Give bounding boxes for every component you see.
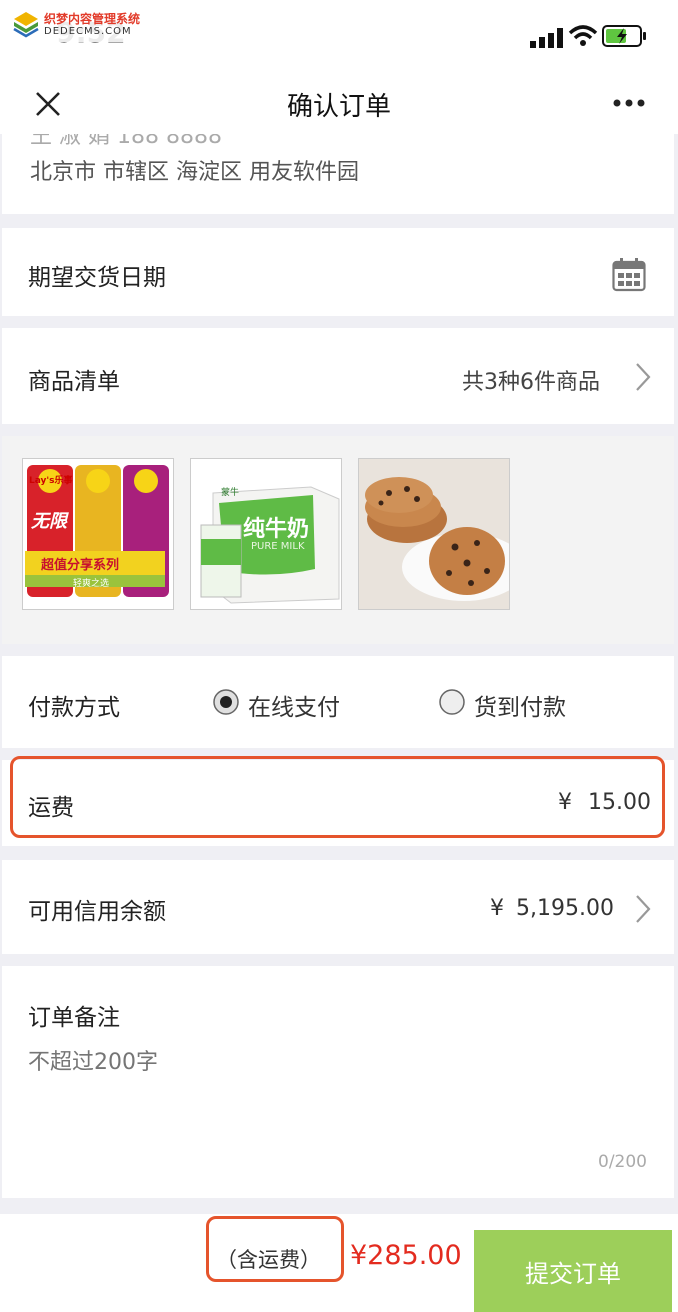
address-text: 北京市 市辖区 海淀区 用友软件园 — [30, 160, 359, 185]
battery-icon — [602, 25, 646, 47]
payment-option-online-label: 在线支付 — [248, 695, 340, 721]
dedecms-logo-icon — [13, 12, 39, 38]
lays-sub-text: 轻爽之选 — [73, 579, 110, 589]
payment-option-cod-label: 货到付款 — [474, 695, 566, 721]
payment-method-label: 付款方式 — [28, 695, 120, 721]
wifi-icon — [568, 25, 598, 46]
watermark-title: 织梦内容管理系统 — [44, 12, 141, 26]
watermark: 织梦内容管理系统 DEDECMS.COM — [6, 8, 156, 42]
item-list-row[interactable]: 商品清单 共3种6件商品 — [2, 328, 674, 424]
order-note-label: 订单备注 — [28, 1005, 120, 1031]
credit-amount: 5,195.00 — [516, 896, 614, 921]
chevron-right-icon — [636, 895, 651, 923]
order-note-section: 订单备注 0/200 — [2, 966, 674, 1198]
nav-bar: 确认订单 — [0, 72, 678, 134]
signal-icon — [530, 28, 563, 48]
item-list-label: 商品清单 — [28, 369, 120, 395]
product-thumbnail-lays[interactable]: Lay's乐事 无限 超值分享系列 轻爽之选 — [22, 458, 174, 610]
status-bar: 9:52 织梦内容管理系统 DEDECMS.COM — [0, 0, 678, 72]
payment-option-online[interactable]: 在线支付 — [212, 688, 362, 722]
order-note-input[interactable] — [24, 1040, 652, 1148]
lays-banner-text: 超值分享系列 — [41, 558, 120, 573]
item-summary: 共3种6件商品 — [462, 370, 600, 395]
fee-highlight-box — [206, 1216, 344, 1282]
submit-order-button[interactable]: 提交订单 — [474, 1230, 672, 1312]
lays-brand-text: Lay's乐事 — [29, 476, 73, 486]
credit-currency: ¥ — [490, 896, 504, 921]
credit-balance-row[interactable]: 可用信用余额 ¥ 5,195.00 — [2, 860, 674, 954]
product-thumbnail-milk[interactable]: 蒙牛 纯牛奶 PURE MILK — [190, 458, 342, 610]
more-icon[interactable] — [612, 98, 646, 108]
delivery-date-label: 期望交货日期 — [28, 265, 166, 291]
delivery-date-row[interactable]: 期望交货日期 — [2, 228, 674, 316]
payment-method-row: 付款方式 在线支付 货到付款 — [2, 656, 674, 748]
cookies-image — [359, 459, 509, 609]
milk-title-text: 纯牛奶 — [243, 517, 310, 542]
payment-option-cod[interactable]: 货到付款 — [438, 688, 588, 722]
product-thumbnail-cookies[interactable] — [358, 458, 510, 610]
address-card[interactable]: 王 淑 娟 188 8888 北京市 市辖区 海淀区 用友软件园 — [2, 134, 674, 214]
radio-selected-icon[interactable] — [212, 688, 240, 716]
calendar-icon[interactable] — [612, 258, 646, 292]
address-contact: 王 淑 娟 188 8888 — [30, 134, 222, 149]
order-total: ¥285.00 — [350, 1240, 462, 1271]
radio-unselected-icon[interactable] — [438, 688, 466, 716]
shipping-highlight-box — [10, 756, 665, 838]
lays-flavor-text: 无限 — [31, 511, 67, 532]
page-title: 确认订单 — [286, 92, 391, 122]
product-thumbnails: Lay's乐事 无限 超值分享系列 轻爽之选 蒙牛 纯牛奶 PURE MILK — [2, 436, 674, 644]
milk-brand-text: 蒙牛 — [221, 488, 240, 498]
chevron-right-icon — [636, 363, 651, 391]
credit-balance-label: 可用信用余额 — [28, 899, 166, 925]
milk-en-text: PURE MILK — [251, 541, 305, 552]
order-note-counter: 0/200 — [598, 1152, 647, 1172]
watermark-subtitle: DEDECMS.COM — [44, 26, 132, 37]
